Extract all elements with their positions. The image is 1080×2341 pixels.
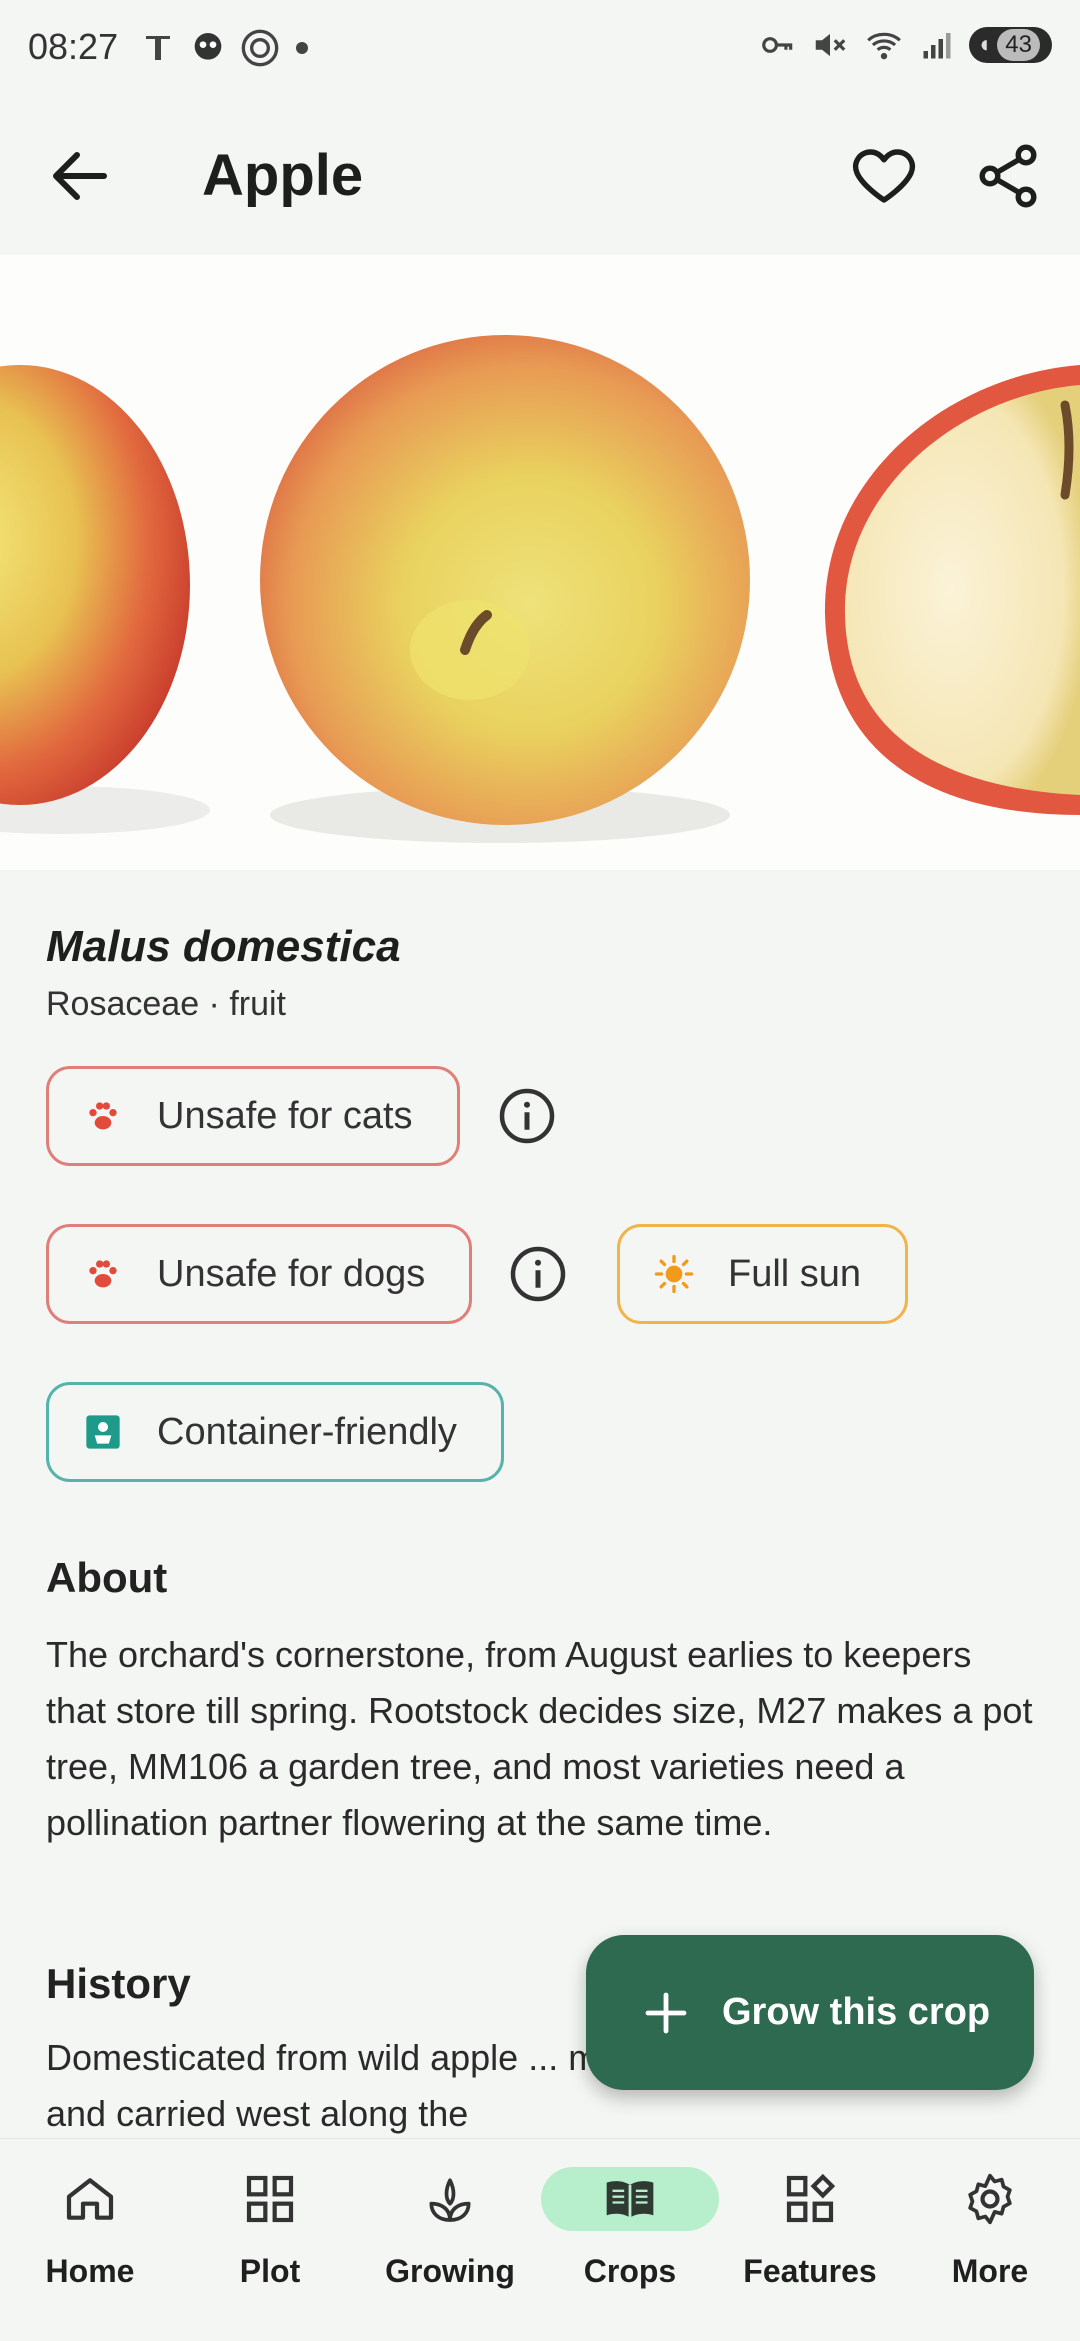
- info-icon[interactable]: [497, 1086, 557, 1146]
- nav-item-more[interactable]: More: [900, 2139, 1080, 2341]
- fab-label: Grow this crop: [722, 1991, 991, 2033]
- unsafe-for-cats-chip[interactable]: Unsafe for cats: [46, 1066, 460, 1166]
- home-icon: [66, 2178, 114, 2220]
- features-icon: [786, 2173, 836, 2223]
- nav-label: Features: [743, 2253, 877, 2289]
- grow-this-crop-button[interactable]: Grow this crop: [586, 1935, 1034, 2090]
- container-friendly-chip[interactable]: Container-friendly: [46, 1382, 504, 1482]
- about-text: The orchard's cornerstone, from August e…: [46, 1634, 1033, 1843]
- nav-label: Home: [45, 2253, 135, 2289]
- bottom-navigation: Home Plot Growing Crops Features More: [0, 2138, 1080, 2341]
- chip-label: Unsafe for cats: [157, 1094, 413, 1137]
- nav-label: More: [951, 2253, 1029, 2289]
- chip-label: Unsafe for dogs: [157, 1252, 426, 1295]
- mascot-icon: [194, 33, 222, 60]
- sun-icon: [654, 1254, 694, 1294]
- nav-item-home[interactable]: Home: [0, 2139, 180, 2341]
- status-time: 08:27: [28, 26, 119, 67]
- heart-icon[interactable]: [848, 140, 920, 212]
- status-bar: 08:27 ◖ 43: [0, 0, 1080, 100]
- battery-leaf-icon: ◖: [976, 31, 992, 58]
- chip-label: Container-friendly: [157, 1410, 457, 1453]
- status-right-icons: ◖ 43: [759, 26, 1052, 64]
- apples-illustration: [0, 335, 1080, 843]
- info-icon[interactable]: [508, 1244, 568, 1304]
- share-icon[interactable]: [972, 140, 1044, 212]
- back-arrow-icon[interactable]: [44, 140, 116, 212]
- full-sun-chip[interactable]: Full sun: [617, 1224, 909, 1324]
- nav-item-features[interactable]: Features: [720, 2139, 900, 2341]
- signal-circle-icon: [241, 29, 279, 67]
- potted-plant-icon: [83, 1412, 123, 1452]
- wifi-icon: [866, 32, 901, 60]
- grid-icon: [246, 2175, 294, 2223]
- mute-icon: [815, 33, 846, 57]
- paw-icon: [83, 1254, 123, 1294]
- nav-label: Growing: [385, 2253, 515, 2289]
- nav-item-crops[interactable]: Crops: [540, 2139, 720, 2341]
- cell-signal-icon: [923, 33, 951, 59]
- nav-item-plot[interactable]: Plot: [180, 2139, 360, 2341]
- book-icon: [606, 2181, 654, 2218]
- battery-indicator: ◖ 43: [968, 27, 1052, 63]
- paw-icon: [83, 1096, 123, 1136]
- tesla-icon: [146, 36, 170, 60]
- gear-icon: [968, 2173, 1012, 2225]
- key-icon: [761, 37, 793, 53]
- crop-hero-image: [0, 255, 1080, 870]
- nav-label: Crops: [583, 2253, 677, 2289]
- plus-icon: [645, 1992, 687, 2033]
- unsafe-for-dogs-chip[interactable]: Unsafe for dogs: [46, 1224, 473, 1324]
- history-heading: History: [46, 1960, 191, 2007]
- family-category: Rosaceae · fruit: [46, 985, 286, 1023]
- sprout-icon: [429, 2178, 471, 2222]
- nav-label: Plot: [239, 2253, 301, 2289]
- battery-level: 43: [997, 29, 1040, 61]
- about-heading: About: [46, 1554, 168, 1601]
- nav-item-growing[interactable]: Growing: [360, 2139, 540, 2341]
- scientific-name: Malus domestica: [46, 922, 401, 971]
- page-title: Apple: [202, 143, 364, 208]
- status-left-icons: [140, 28, 312, 68]
- chip-label: Full sun: [728, 1252, 862, 1295]
- app-bar: Apple: [0, 100, 1080, 250]
- dot-icon: [296, 42, 308, 54]
